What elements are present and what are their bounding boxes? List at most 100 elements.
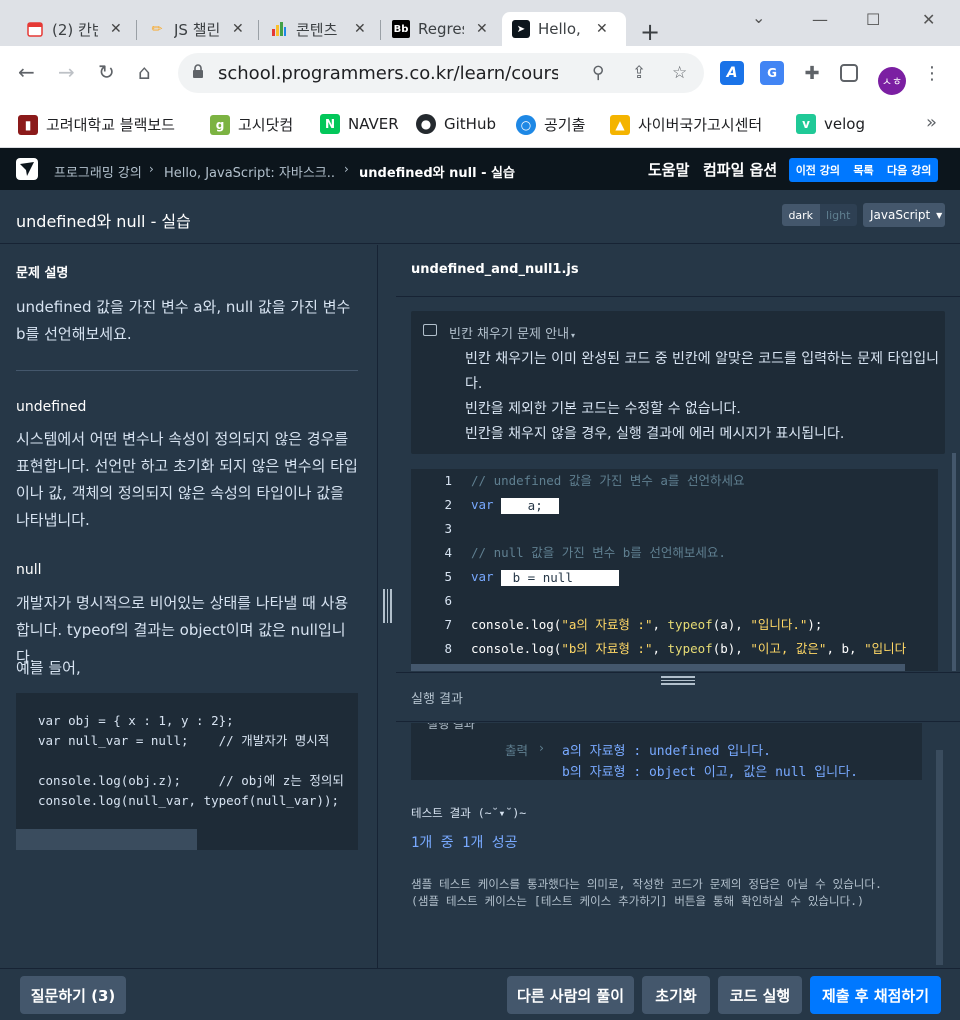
result-scrollbar[interactable]	[936, 750, 943, 965]
browser-tab-kanban[interactable]: (2) 칸반 ✕	[16, 12, 128, 46]
minimize-icon[interactable]: —	[812, 10, 828, 29]
run-code-button[interactable]: 코드 실행	[718, 976, 802, 1014]
close-tab-icon[interactable]: ✕	[232, 21, 244, 37]
test-note: 샘플 테스트 케이스를 통과했다는 의미로, 작성한 코드가 문제의 정답은 아…	[411, 877, 882, 908]
vertical-split-handle[interactable]	[383, 589, 393, 623]
editor-horizontal-scrollbar[interactable]	[411, 664, 905, 671]
github-icon: ●	[416, 114, 436, 134]
programmers-icon: ➤	[512, 20, 530, 38]
close-tab-icon[interactable]: ✕	[354, 21, 366, 37]
bar-chart-icon: ▮	[18, 114, 38, 135]
zoom-icon[interactable]: ⚲	[592, 63, 604, 83]
close-tab-icon[interactable]: ✕	[476, 21, 488, 37]
naver-icon: N	[320, 114, 340, 134]
lesson-list-button[interactable]: 목록	[853, 162, 873, 178]
blank-input-a[interactable]: a;	[501, 497, 560, 514]
browser-chrome: (2) 칸반 ✕ ✏ JS 챌린지 ✕ 콘텐츠 ✕ Bb Regression …	[0, 0, 960, 148]
extensions-icon[interactable]: ✚	[800, 61, 824, 85]
home-icon[interactable]: ⌂	[138, 62, 151, 82]
cyber-gosi-icon: ▲	[610, 114, 630, 135]
browser-tab-js-challenge[interactable]: ✏ JS 챌린지 ✕	[138, 12, 254, 46]
output-label: 출력	[505, 743, 529, 758]
output-line: a의 자료형 : undefined 입니다.	[562, 744, 771, 759]
profile-avatar[interactable]: ㅅㅎ	[878, 67, 906, 95]
gosi-icon: g	[210, 114, 230, 135]
lock-icon	[193, 64, 203, 78]
velog-icon: v	[796, 114, 816, 134]
breadcrumb-current: undefined와 null - 실습	[359, 166, 515, 181]
page-title: undefined와 null - 실습	[16, 212, 191, 231]
reload-icon[interactable]: ↻	[98, 62, 115, 82]
browser-tab-contents[interactable]: 콘텐츠 ✕	[260, 12, 376, 46]
browser-toolbar: ← → ↻ ⌂ school.programmers.co.kr/learn/c…	[0, 46, 960, 100]
reset-button[interactable]: 초기화	[642, 976, 710, 1014]
bookmarks-more-icon[interactable]: »	[926, 112, 937, 133]
language-select[interactable]: JavaScript ▼	[863, 203, 945, 227]
side-panel-icon[interactable]	[840, 64, 858, 82]
blank-input-b[interactable]: b = null	[501, 569, 620, 586]
divider	[16, 370, 358, 371]
bookmark-cyber-gosi[interactable]: ▲ 사이버국가고시센터	[610, 114, 762, 135]
file-name: undefined_and_null1.js	[411, 262, 579, 277]
bookmark-korea-univ[interactable]: ▮ 고려대학교 블랙보드	[18, 114, 175, 135]
close-tab-icon[interactable]: ✕	[596, 21, 608, 37]
caret-down-icon: ▼	[936, 210, 943, 220]
next-lesson-button[interactable]: 다음 강의	[887, 162, 931, 178]
translate-icon[interactable]: G	[760, 61, 784, 85]
code-line: 3	[444, 521, 452, 536]
close-window-icon[interactable]: ✕	[922, 10, 935, 29]
bookmark-star-icon[interactable]: ☆	[672, 63, 687, 83]
browser-tab-regression[interactable]: Bb Regression ✕	[382, 12, 498, 46]
maximize-icon[interactable]: ☐	[866, 10, 880, 29]
url-text[interactable]: school.programmers.co.kr/learn/courses/3…	[218, 63, 558, 84]
example-code-block: var obj = { x : 1, y : 2}; var null_var …	[16, 693, 358, 850]
code-editor[interactable]: 1// undefined 값을 가진 변수 a를 선언하세요 2 var a; …	[411, 469, 938, 671]
editor-vertical-scrollbar[interactable]	[952, 453, 956, 671]
horizontal-scrollbar[interactable]	[16, 829, 197, 850]
back-icon[interactable]: ←	[18, 62, 35, 82]
browser-tab-active[interactable]: ➤ Hello, JavaScript ✕	[502, 12, 626, 46]
theme-light-button[interactable]: light	[819, 204, 857, 226]
ask-question-button[interactable]: 질문하기 (3)	[20, 976, 126, 1014]
bookmark-gosi[interactable]: g 고시닷컴	[210, 114, 293, 135]
bookmark-gonggichul[interactable]: ○ 공기출	[516, 114, 585, 135]
forward-icon[interactable]: →	[58, 62, 75, 82]
caret-down-icon: ▾	[571, 331, 576, 340]
blackboard-icon: Bb	[392, 20, 410, 38]
undefined-description: 시스템에서 어떤 변수나 속성이 정의되지 않은 경우를 표현합니다. 선언만 …	[16, 430, 358, 529]
tab-search-icon[interactable]: ⌄	[752, 8, 765, 27]
font-extension-icon[interactable]: A	[720, 61, 744, 85]
theme-toggle: dark light	[782, 204, 857, 226]
lesson-nav: 이전 강의 목록 다음 강의	[789, 158, 938, 182]
problem-heading: 문제 설명	[16, 266, 69, 281]
output-box: 실행 결과 출력 › a의 자료형 : undefined 입니다. b의 자료…	[411, 723, 922, 780]
theme-dark-button[interactable]: dark	[782, 204, 820, 226]
guide-title[interactable]: 빈칸 채우기 문제 안내 ▾	[449, 323, 575, 342]
compile-options-link[interactable]: 컴파일 옵션	[703, 159, 777, 180]
bookmark-naver[interactable]: N NAVER	[320, 114, 399, 134]
horizontal-split-handle[interactable]	[661, 676, 695, 686]
help-link[interactable]: 도움말	[648, 159, 689, 180]
submit-button[interactable]: 제출 후 채점하기	[810, 976, 941, 1014]
new-tab-icon[interactable]: +	[640, 20, 660, 44]
bookmarks-bar: ▮ 고려대학교 블랙보드 g 고시닷컴 N NAVER ● GitHub ○ 공기출 ▲ 사…	[0, 100, 960, 148]
programmers-logo[interactable]	[16, 158, 38, 180]
bar-chart-icon	[270, 20, 288, 38]
prev-lesson-button[interactable]: 이전 강의	[796, 162, 840, 178]
example-intro: 예를 들어,	[16, 659, 81, 677]
result-title: 실행 결과	[411, 692, 463, 707]
menu-icon[interactable]: ⋮	[920, 61, 944, 85]
problem-intro: undefined 값을 가진 변수 a와, null 값을 가진 변수 b를 …	[16, 298, 351, 343]
test-result-label: 테스트 결과 (~˘▾˘)~	[411, 806, 527, 820]
address-bar[interactable]: school.programmers.co.kr/learn/courses/3…	[178, 53, 704, 93]
bookmark-velog[interactable]: v velog	[796, 114, 865, 134]
pencil-icon: ✏	[151, 21, 163, 37]
share-icon[interactable]: ⇪	[632, 63, 646, 83]
code-line: 4// null 값을 가진 변수 b를 선언해보세요.	[444, 545, 726, 560]
breadcrumb-course[interactable]: Hello, JavaScript: 자바스크...	[164, 162, 334, 181]
guide-body: 빈칸 채우기는 이미 완성된 코드 중 빈칸에 알맞은 코드를 입력하는 문제 …	[465, 351, 939, 442]
close-tab-icon[interactable]: ✕	[110, 21, 122, 37]
breadcrumb-courses[interactable]: 프로그래밍 강의	[54, 162, 142, 181]
others-solution-button[interactable]: 다른 사람의 풀이	[507, 976, 634, 1014]
bookmark-github[interactable]: ● GitHub	[416, 114, 496, 134]
